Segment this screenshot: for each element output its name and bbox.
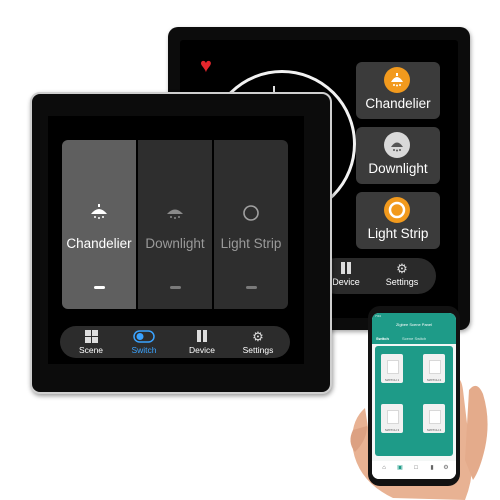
light-strip-label: Light Strip xyxy=(220,236,282,251)
downlight-button[interactable]: Downlight xyxy=(356,127,440,184)
nav-scene[interactable]: Scene xyxy=(63,330,119,355)
nav-device[interactable]: Device xyxy=(174,330,230,355)
switch-card[interactable]: SWITCH 3 xyxy=(381,404,403,433)
nav-switch[interactable]: Switch xyxy=(116,330,172,355)
app-header: 7:04 Zigbee Scene Panel xyxy=(372,313,456,335)
back-nav-bar: Device ⚙ Settings xyxy=(318,258,436,294)
light-strip-label: Light Strip xyxy=(367,226,429,241)
nav-switch-label: Switch xyxy=(131,345,157,355)
chandelier-label: Chandelier xyxy=(365,96,431,111)
chandelier-button[interactable]: Chandelier xyxy=(356,62,440,119)
tab-scene-switch[interactable]: Scene Switch xyxy=(402,336,426,341)
nav-device-label: Device xyxy=(189,345,215,355)
scene-icon[interactable]: □ xyxy=(412,464,420,472)
grid-icon xyxy=(84,330,98,343)
switch-card[interactable]: SWITCH 1 xyxy=(381,354,403,383)
nav-scene-label: Scene xyxy=(78,345,104,355)
gear-icon[interactable]: ⚙ xyxy=(442,464,450,472)
app-tabs: Switch Scene Switch xyxy=(372,335,456,344)
heart-icon: ♥ xyxy=(200,55,212,77)
device-icon xyxy=(341,262,351,274)
switch-icon xyxy=(429,360,441,374)
switch-grid: SWITCH 1 SWITCH 2 SWITCH 3 SWITCH 4 xyxy=(375,346,453,456)
switch-card-label: SWITCH 3 xyxy=(384,428,400,432)
light-strip-button[interactable]: Light Strip xyxy=(356,192,440,249)
ring-icon xyxy=(384,197,410,223)
tile-indicator xyxy=(246,286,257,289)
downlight-tile[interactable]: Downlight xyxy=(138,140,212,309)
switch-card[interactable]: SWITCH 4 xyxy=(423,404,445,433)
front-nav-bar: Scene Switch Device ⚙ Settings xyxy=(60,326,290,358)
nav-settings-label: Settings xyxy=(385,277,419,287)
downlight-label: Downlight xyxy=(368,161,428,176)
light-strip-tile[interactable]: Light Strip xyxy=(214,140,288,309)
toggle-icon xyxy=(133,330,155,343)
gear-icon: ⚙ xyxy=(396,261,408,276)
chandelier-icon xyxy=(384,67,410,93)
phone-screen: 7:04 Zigbee Scene Panel Switch Scene Swi… xyxy=(372,313,456,479)
nav-settings-label: Settings xyxy=(242,345,274,355)
switch-card[interactable]: SWITCH 2 xyxy=(423,354,445,383)
nav-settings[interactable]: ⚙ Settings xyxy=(374,262,430,287)
downlight-icon xyxy=(384,132,410,158)
tab-switch[interactable]: Switch xyxy=(376,336,389,341)
downlight-icon xyxy=(138,203,212,228)
chandelier-icon xyxy=(62,203,136,228)
switch-icon xyxy=(387,410,399,424)
device-icon xyxy=(197,330,207,342)
front-panel-screen: Chandelier Downlight Light Strip Scene S… xyxy=(48,116,304,364)
ring-icon xyxy=(214,203,288,228)
switch-icon xyxy=(429,410,441,424)
tile-indicator xyxy=(170,286,181,289)
tile-indicator xyxy=(94,286,105,289)
status-time: 7:04 xyxy=(375,314,381,318)
device-icon[interactable]: ▮ xyxy=(428,464,436,472)
nav-device-label: Device xyxy=(332,277,360,287)
home-icon[interactable]: ⌂ xyxy=(380,464,388,472)
app-title: Zigbee Scene Panel xyxy=(395,322,433,327)
switch-tab-icon[interactable]: ▣ xyxy=(396,464,404,472)
switch-card-label: SWITCH 1 xyxy=(384,378,400,382)
switch-card-label: SWITCH 2 xyxy=(426,378,442,382)
nav-settings[interactable]: ⚙ Settings xyxy=(230,330,286,355)
switch-icon xyxy=(387,360,399,374)
chandelier-tile[interactable]: Chandelier xyxy=(62,140,136,309)
app-bottom-bar: ⌂ ▣ □ ▮ ⚙ xyxy=(372,461,456,479)
switch-card-label: SWITCH 4 xyxy=(426,428,442,432)
gear-icon: ⚙ xyxy=(252,329,264,344)
